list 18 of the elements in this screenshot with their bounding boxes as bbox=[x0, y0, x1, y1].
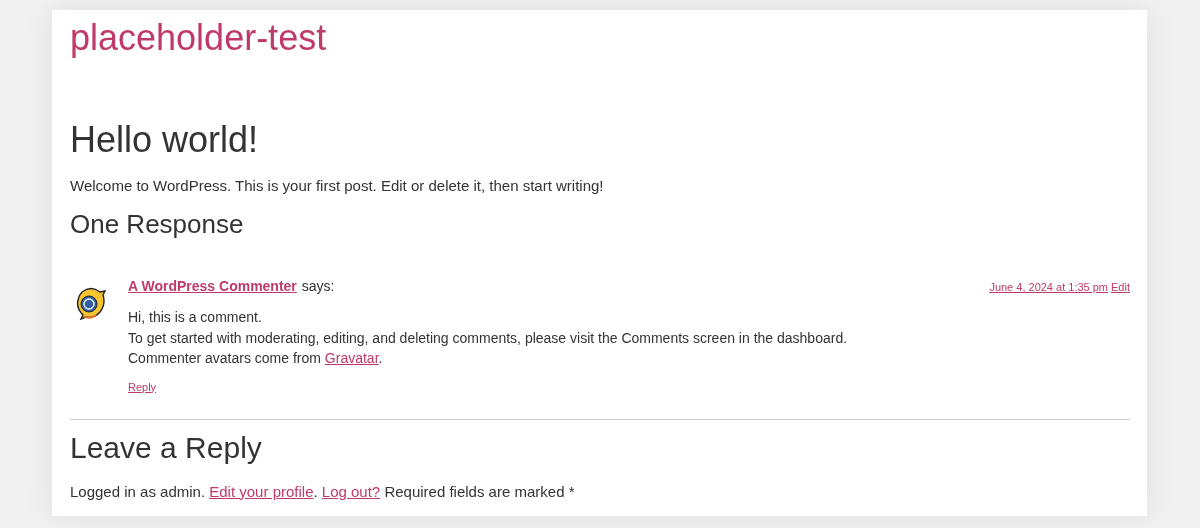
post-title: Hello world! bbox=[70, 118, 260, 162]
reply-link[interactable]: Reply bbox=[128, 380, 157, 393]
mascot-avatar-icon bbox=[74, 286, 108, 320]
logged-in-text: Logged in as admin. Edit your profile. Log out? Required fields are marked * bbox=[70, 481, 576, 502]
comment-text: To get started with moderating, editing, and deleting comments, please visit the Comments screen in the dashboard. bbox=[128, 328, 849, 348]
account-link[interactable]: Edit your profile bbox=[209, 482, 314, 500]
post-text: Welcome to WordPress. This is your first post. Edit or delete it, then start writing! bbox=[70, 176, 605, 196]
comments-heading: One Response bbox=[70, 208, 245, 240]
leave-reply-heading: Leave a Reply bbox=[70, 429, 263, 466]
gravatar-link[interactable]: Gravatar bbox=[324, 350, 379, 366]
edit-link[interactable]: Edit bbox=[1111, 281, 1130, 293]
comment-date-link[interactable]: June 4, 2024 at 1:35 pm bbox=[989, 281, 1109, 293]
comment-author-link[interactable]: A WordPress Commenter bbox=[128, 278, 297, 294]
account-link[interactable]: Log out? bbox=[321, 482, 381, 500]
says-label: says: bbox=[301, 278, 335, 294]
comment-text: Commenter avatars come from Gravatar. bbox=[128, 349, 384, 368]
site-title[interactable]: placeholder-test bbox=[70, 16, 327, 60]
comment-text: Hi, this is a comment. bbox=[128, 308, 263, 327]
